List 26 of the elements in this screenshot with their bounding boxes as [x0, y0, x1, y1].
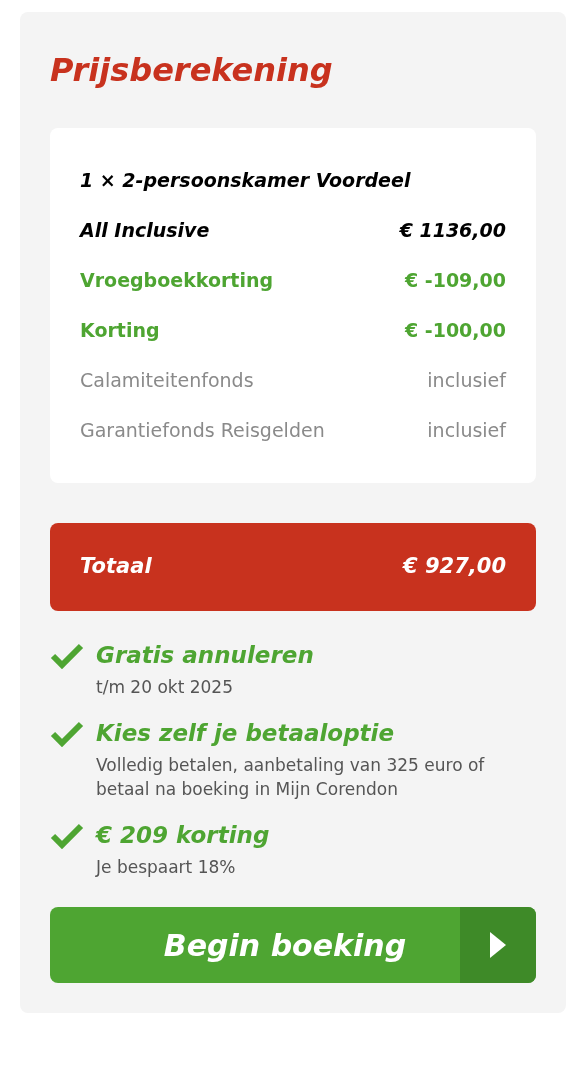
benefit-detail: Volledig betalen, aanbetaling van 325 euro of betaal na boeking in Mijn Corendon	[96, 754, 486, 801]
price-amount: inclusief	[427, 368, 506, 393]
price-label: 1 × 2-persoonskamer Voordeel	[80, 168, 411, 193]
panel-title: Prijsberekening	[50, 54, 334, 86]
price-label: Korting	[80, 318, 160, 343]
play-arrow-icon	[488, 930, 508, 960]
price-label: Vroegboekkorting	[80, 268, 274, 293]
benefit-title: Gratis annuleren	[96, 641, 314, 670]
begin-booking-button[interactable]: Begin boeking	[50, 907, 536, 983]
price-amount: € -100,00	[404, 318, 506, 343]
price-label: Calamiteitenfonds	[80, 368, 254, 393]
price-label: Garantiefonds Reisgelden	[80, 418, 325, 443]
benefit-title: Kies zelf je betaaloptie	[96, 719, 396, 748]
benefit-detail: Je bespaart 18%	[96, 856, 237, 879]
benefit-title: € 209 korting	[96, 821, 270, 850]
price-label: All Inclusive	[80, 218, 210, 243]
checkmark-icon	[50, 643, 84, 669]
price-amount: inclusief	[427, 418, 506, 443]
benefit-detail: t/m 20 okt 2025	[96, 676, 234, 699]
checkmark-icon	[50, 823, 84, 849]
price-amount: € -109,00	[404, 268, 506, 293]
checkmark-icon	[50, 721, 84, 747]
total-label: Totaal	[80, 553, 152, 581]
total-amount: € 927,00	[403, 553, 506, 581]
price-amount: € 1136,00	[399, 218, 506, 243]
button-label: Begin boeking	[162, 926, 408, 965]
